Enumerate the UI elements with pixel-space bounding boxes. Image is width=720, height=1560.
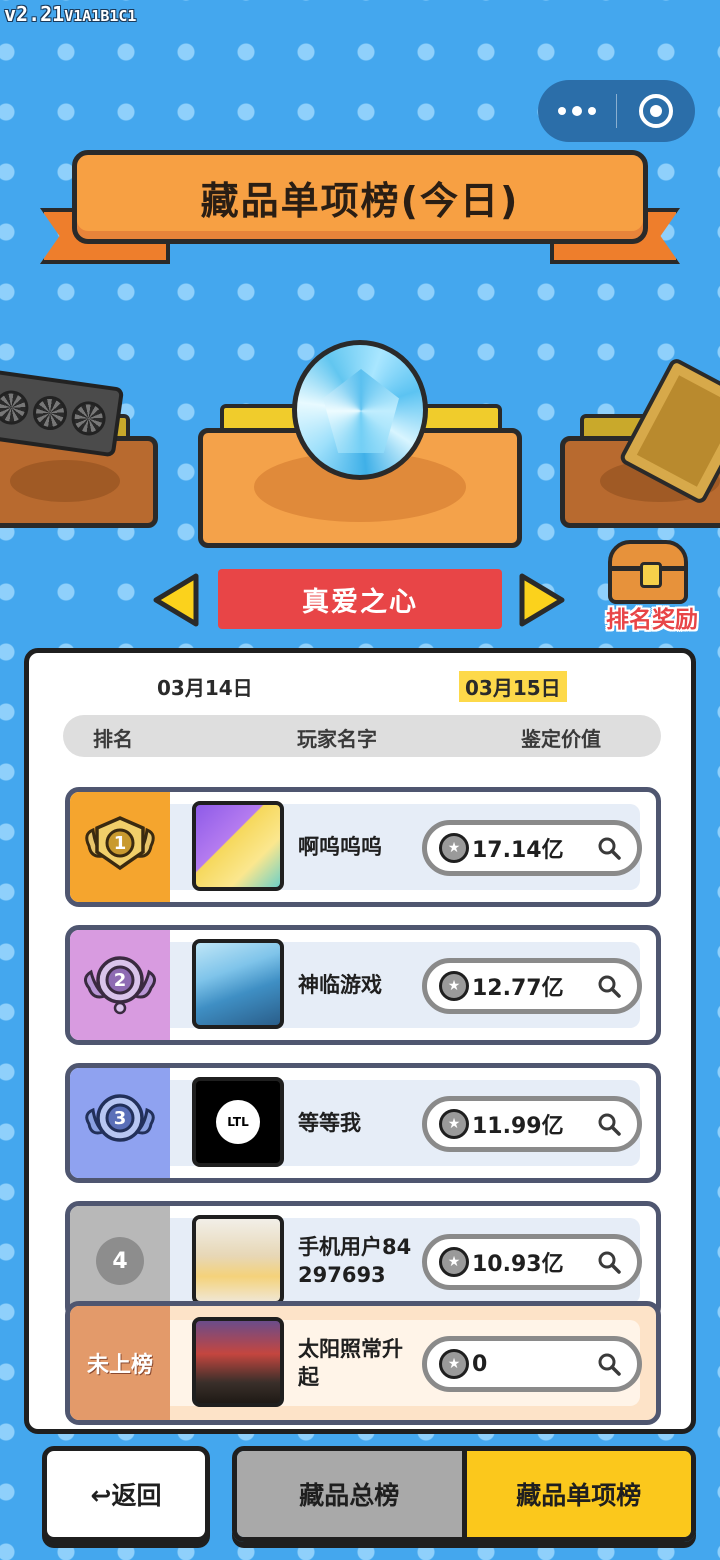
avatar[interactable]: LTL xyxy=(192,1077,284,1167)
medal-rank-number: 2 xyxy=(114,970,127,991)
table-header: 排名 玩家名字 鉴定价值 xyxy=(63,715,661,757)
rank-cell: 4 xyxy=(70,1206,170,1316)
player-name: 等等我 xyxy=(298,1111,361,1135)
magnifier-icon[interactable] xyxy=(597,1250,621,1274)
more-icon[interactable] xyxy=(538,80,616,142)
item-name-label: 真爱之心 xyxy=(218,569,502,629)
avatar[interactable] xyxy=(192,1215,284,1305)
date-tabs: 03月14日 03月15日 xyxy=(29,671,691,702)
rank-cell: 2 xyxy=(70,930,170,1040)
avatar[interactable] xyxy=(192,801,284,891)
value-text: 10.93亿 xyxy=(472,1252,564,1277)
value-pill[interactable]: ★ 12.77亿 xyxy=(422,958,642,1014)
rank-cell: 1 xyxy=(70,792,170,902)
rank-reward-label: 排名奖励 xyxy=(606,607,698,633)
header-rank: 排名 xyxy=(93,727,133,751)
player-name: 太阳照常升起 xyxy=(298,1337,403,1389)
coin-icon: ★ xyxy=(439,1247,469,1277)
title-banner: 藏品单项榜(今日) xyxy=(72,150,648,244)
silver-medal-icon: 2 xyxy=(84,956,156,1015)
avatar[interactable] xyxy=(192,939,284,1029)
magnifier-icon[interactable] xyxy=(597,974,621,998)
gold-medal-icon: 1 xyxy=(85,816,155,871)
row-content: LTL 等等我 ★ 11.99亿 xyxy=(170,1077,642,1167)
close-miniprogram-icon[interactable] xyxy=(617,94,695,128)
coin-icon: ★ xyxy=(439,1109,469,1139)
value-pill[interactable]: ★ 0 xyxy=(422,1336,642,1392)
magnifier-icon[interactable] xyxy=(597,1112,621,1136)
header-value: 鉴定价值 xyxy=(521,727,601,751)
table-row[interactable]: 2 神临游戏 ★ 12.77亿 xyxy=(65,925,661,1045)
player-name: 神临游戏 xyxy=(298,973,382,997)
row-content: 太阳照常升起 ★ 0 xyxy=(170,1317,642,1407)
rank-number: 4 xyxy=(96,1237,144,1285)
value-text: 0 xyxy=(472,1351,488,1377)
rank-cell: 未上榜 xyxy=(70,1306,170,1420)
avatar[interactable] xyxy=(192,1317,284,1407)
mini-program-capsule[interactable] xyxy=(538,80,695,142)
tab-collection-total[interactable]: 藏品总榜 xyxy=(237,1451,467,1537)
coin-icon: ★ xyxy=(439,971,469,1001)
diamond-item-icon xyxy=(292,340,428,480)
rank-reward-button[interactable]: 排名奖励 xyxy=(596,540,708,636)
prev-item-arrow[interactable] xyxy=(150,572,202,628)
avatar-logo: LTL xyxy=(216,1100,260,1144)
leaderboard-panel: 03月14日 03月15日 排名 玩家名字 鉴定价值 1 啊呜呜呜 ★ 17.1… xyxy=(24,648,696,1434)
row-content: 手机用户84297693 ★ 10.93亿 xyxy=(170,1215,642,1305)
row-content: 啊呜呜呜 ★ 17.14亿 xyxy=(170,801,642,891)
version-label: v2.21V1A1B1C1 xyxy=(4,2,137,26)
table-row[interactable]: 3 LTL 等等我 ★ 11.99亿 xyxy=(65,1063,661,1183)
value-text: 12.77亿 xyxy=(472,976,564,1001)
magnifier-icon[interactable] xyxy=(597,836,621,860)
date-tab-yesterday[interactable]: 03月14日 xyxy=(151,671,259,702)
medal-rank-number: 1 xyxy=(114,833,127,854)
treasure-chest-icon xyxy=(608,540,688,604)
value-pill[interactable]: ★ 11.99亿 xyxy=(422,1096,642,1152)
rank-cell: 3 xyxy=(70,1068,170,1178)
coin-icon: ★ xyxy=(439,833,469,863)
unranked-label: 未上榜 xyxy=(86,1353,153,1378)
tab-collection-single[interactable]: 藏品单项榜 xyxy=(466,1451,691,1537)
table-row[interactable]: 1 啊呜呜呜 ★ 17.14亿 xyxy=(65,787,661,907)
value-text: 17.14亿 xyxy=(472,838,564,863)
date-tab-today[interactable]: 03月15日 xyxy=(459,671,567,702)
coin-icon: ★ xyxy=(439,1349,469,1379)
next-item-arrow[interactable] xyxy=(516,572,568,628)
value-pill[interactable]: ★ 10.93亿 xyxy=(422,1234,642,1290)
magnifier-icon[interactable] xyxy=(597,1352,621,1376)
row-content: 神临游戏 ★ 12.77亿 xyxy=(170,939,642,1029)
page-title: 藏品单项榜(今日) xyxy=(200,178,520,223)
leaderboard-tabs: 藏品总榜 藏品单项榜 xyxy=(232,1446,696,1542)
value-text: 11.99亿 xyxy=(472,1114,564,1139)
back-button[interactable]: ↩返回 xyxy=(42,1446,210,1542)
self-rank-row[interactable]: 未上榜 太阳照常升起 ★ 0 xyxy=(65,1301,661,1425)
header-player-name: 玩家名字 xyxy=(297,727,377,751)
player-name: 啊呜呜呜 xyxy=(298,835,382,859)
bronze-medal-icon: 3 xyxy=(85,1094,155,1142)
player-name: 手机用户84297693 xyxy=(298,1235,412,1287)
value-pill[interactable]: ★ 17.14亿 xyxy=(422,820,642,876)
medal-rank-number: 3 xyxy=(114,1108,127,1129)
